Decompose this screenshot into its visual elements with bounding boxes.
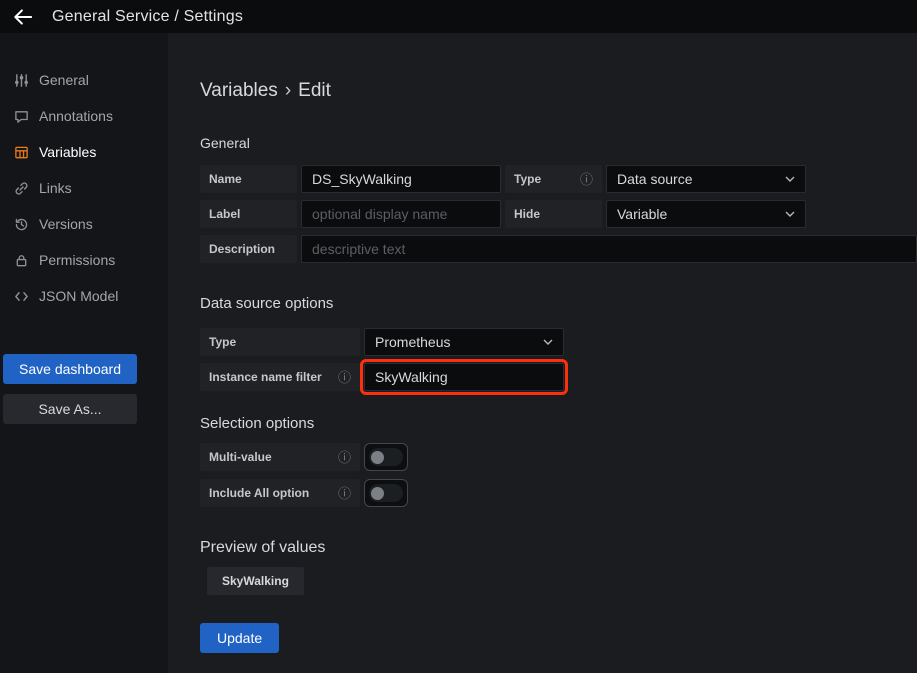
sidebar-item-annotations[interactable]: Annotations (0, 98, 168, 134)
chevron-down-icon (785, 211, 795, 217)
sidebar-item-label: Variables (39, 144, 96, 160)
sidebar-item-label: JSON Model (39, 288, 118, 304)
comment-icon (13, 109, 29, 124)
preview-values: SkyWalking (200, 567, 917, 595)
sidebar-item-general[interactable]: General (0, 62, 168, 98)
ds-type-label: Type (200, 328, 360, 356)
sidebar-item-variables[interactable]: Variables (0, 134, 168, 170)
form-row-include-all: Include All option ⓘ (200, 479, 917, 507)
breadcrumb-separator: › (285, 80, 291, 101)
section-heading-general: General (200, 135, 917, 151)
info-icon: ⓘ (338, 487, 351, 500)
description-label: Description (200, 235, 297, 263)
chevron-down-icon (543, 339, 553, 345)
breadcrumb: Variables › Edit (200, 80, 917, 102)
preview-value-chip: SkyWalking (207, 567, 304, 595)
include-all-toggle[interactable] (364, 479, 408, 507)
name-label: Name (200, 165, 297, 193)
multi-value-label: Multi-value ⓘ (200, 443, 360, 471)
sidebar-item-versions[interactable]: Versions (0, 206, 168, 242)
sidebar-item-json-model[interactable]: JSON Model (0, 278, 168, 314)
toggle-track (369, 484, 403, 502)
name-input[interactable] (301, 165, 501, 193)
label-label: Label (200, 200, 297, 228)
sliders-icon (13, 73, 29, 88)
page-title: General Service / Settings (52, 8, 243, 26)
sidebar-item-label: General (39, 72, 89, 88)
sidebar-item-permissions[interactable]: Permissions (0, 242, 168, 278)
instance-filter-input[interactable] (364, 363, 564, 391)
hide-label: Hide (505, 200, 602, 228)
update-button[interactable]: Update (200, 623, 279, 653)
label-input[interactable] (301, 200, 501, 228)
sidebar-item-label: Annotations (39, 108, 113, 124)
lock-icon (13, 253, 29, 268)
save-as-button[interactable]: Save As... (3, 394, 137, 424)
breadcrumb-section: Variables (200, 80, 278, 101)
form-row-description: Description (200, 235, 917, 263)
chevron-down-icon (785, 176, 795, 182)
sidebar-actions: Save dashboard Save As... (0, 354, 168, 424)
info-icon: ⓘ (338, 451, 351, 464)
sidebar-item-links[interactable]: Links (0, 170, 168, 206)
sidebar-item-label: Permissions (39, 252, 115, 268)
history-icon (13, 217, 29, 232)
form-row-label-hide: Label Hide Variable (200, 200, 917, 228)
sidebar: General Annotations Variables Links (0, 33, 168, 673)
hide-select[interactable]: Variable (606, 200, 806, 228)
toggle-track (369, 448, 403, 466)
sidebar-item-label: Links (39, 180, 72, 196)
toggle-knob (371, 487, 384, 500)
header: General Service / Settings (0, 0, 917, 33)
section-heading-data-source-options: Data source options (200, 295, 917, 312)
section-heading-selection-options: Selection options (200, 415, 917, 432)
section-heading-preview: Preview of values (200, 539, 917, 557)
table-icon (13, 145, 29, 160)
type-label: Type ⓘ (505, 165, 602, 193)
breadcrumb-page: Edit (298, 80, 331, 101)
include-all-label: Include All option ⓘ (200, 479, 360, 507)
form-row-instance-filter: Instance name filter ⓘ (200, 363, 917, 391)
back-button[interactable] (12, 6, 34, 28)
app-window: General Service / Settings General Annot… (0, 0, 917, 673)
type-select[interactable]: Data source (606, 165, 806, 193)
info-icon: ⓘ (580, 173, 593, 186)
info-icon: ⓘ (338, 371, 351, 384)
save-dashboard-button[interactable]: Save dashboard (3, 354, 137, 384)
instance-filter-label: Instance name filter ⓘ (200, 363, 360, 391)
ds-type-select[interactable]: Prometheus (364, 328, 564, 356)
description-input[interactable] (301, 235, 917, 263)
form-row-name-type: Name Type ⓘ Data source (200, 165, 917, 193)
multi-value-toggle[interactable] (364, 443, 408, 471)
form-row-multi-value: Multi-value ⓘ (200, 443, 917, 471)
toggle-knob (371, 451, 384, 464)
sidebar-item-label: Versions (39, 216, 93, 232)
main-content: Variables › Edit General Name Type ⓘ Data … (168, 33, 917, 673)
body-row: General Annotations Variables Links (0, 33, 917, 673)
link-icon (13, 181, 29, 196)
code-brackets-icon (13, 289, 29, 304)
form-row-ds-type: Type Prometheus (200, 328, 917, 356)
arrow-left-icon (12, 6, 34, 28)
